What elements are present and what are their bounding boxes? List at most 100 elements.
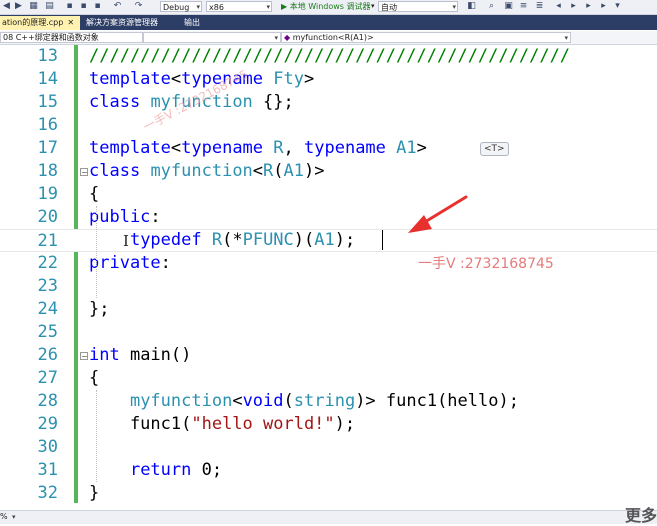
code-line-23: 23 xyxy=(0,275,657,298)
browser-link-icon[interactable]: ◧ xyxy=(466,1,477,12)
line-number: 14 xyxy=(37,69,58,89)
code-line-15: 15 class myfunction {}; xyxy=(0,91,657,114)
save-all-icon[interactable]: ▪ xyxy=(78,1,89,12)
tab-solution-explorer[interactable]: 解决方案资源管理器 xyxy=(84,16,174,30)
code-line-18: 18 − class myfunction<R(A1)> xyxy=(0,160,657,183)
tab-active-file[interactable]: ation的原理.cpp ✕ xyxy=(0,16,80,30)
uncomment-icon[interactable]: ≣ xyxy=(534,1,545,12)
code-line-32: 32 } xyxy=(0,482,657,505)
redo-icon[interactable]: ↷ xyxy=(133,1,144,12)
member-dropdown[interactable]: ◆ myfunction<R(A1)> ▾ xyxy=(281,32,571,43)
code-text: public: xyxy=(89,207,161,227)
platform-select[interactable]: x86 ▾ xyxy=(206,1,272,12)
more-label: 更多 xyxy=(624,506,657,525)
code-text: private: xyxy=(89,253,171,273)
bookmark-next-icon[interactable]: ▸ xyxy=(568,1,579,12)
chevron-down-icon[interactable]: ▾ xyxy=(371,1,375,12)
code-line-19: 19 { xyxy=(0,183,657,206)
code-text: { xyxy=(89,184,100,204)
line-number: 23 xyxy=(37,276,58,296)
code-text: class myfunction<R(A1)> xyxy=(89,161,325,181)
status-bar: % ▾ 更多 xyxy=(0,506,657,525)
indent-guide xyxy=(96,206,97,298)
chevron-down-icon: ▾ xyxy=(196,3,200,11)
code-text: }; xyxy=(89,299,110,319)
mouse-ibeam-icon: I xyxy=(123,232,129,250)
tab-output[interactable]: 输出 xyxy=(182,16,222,30)
solution-config-select[interactable]: Debug ▾ xyxy=(160,1,202,12)
navigation-bar: 08 C++绑定器和函数对象 ▾ ◆ myfunction<R(A1)> ▾ xyxy=(0,31,657,45)
code-line-25: 25 xyxy=(0,321,657,344)
start-debugging-button[interactable]: ▶ 本地 Windows 调试器 xyxy=(281,1,371,12)
save-icon[interactable]: ▪ xyxy=(64,1,75,12)
code-line-21-current: 21 typedef R(*PFUNC)(A1); xyxy=(0,229,657,252)
navigate-forward-icon[interactable]: ▶ xyxy=(13,1,24,12)
line-number: 32 xyxy=(37,483,58,503)
bookmark-prev-icon[interactable]: ◂ xyxy=(553,1,564,12)
code-line-22: 22 private: xyxy=(0,252,657,275)
code-line-16: 16 xyxy=(0,114,657,137)
undo-icon[interactable]: ↶ xyxy=(112,1,123,12)
line-number: 24 xyxy=(37,299,58,319)
code-text: return 0; xyxy=(129,460,223,480)
comment-text: ////////////////////////////////////////… xyxy=(89,46,571,66)
text-caret xyxy=(382,230,383,250)
zoom-level[interactable]: % xyxy=(0,511,8,523)
code-line-30: 30 xyxy=(0,436,657,459)
save-all-icon[interactable]: ▪ xyxy=(92,1,103,12)
line-number: 20 xyxy=(37,207,58,227)
chevron-down-icon: ▾ xyxy=(452,3,456,11)
line-number: 16 xyxy=(37,115,58,135)
code-line-28: 28 myfunction<void(string)> func1(hello)… xyxy=(0,390,657,413)
chevron-down-icon: ▾ xyxy=(564,34,568,42)
line-number: 17 xyxy=(37,138,58,158)
code-line-17: 17 template<typename R, typename A1> <T> xyxy=(0,137,657,160)
line-number: 21 xyxy=(37,231,58,251)
tab-label: 输出 xyxy=(184,18,200,27)
navigate-back-icon[interactable]: ◀ xyxy=(1,1,12,12)
comment-icon[interactable]: ≡ xyxy=(518,1,529,12)
code-line-26: 26 − int main() xyxy=(0,344,657,367)
new-item-icon[interactable]: ▦ xyxy=(28,1,39,12)
platform-value: x86 xyxy=(209,3,224,12)
line-number: 13 xyxy=(37,46,58,66)
template-hint-badge[interactable]: <T> xyxy=(480,142,509,156)
code-text: myfunction<void(string)> func1(hello); xyxy=(129,391,519,411)
line-number: 27 xyxy=(37,368,58,388)
bookmark-clear-icon[interactable]: ▸ xyxy=(598,1,609,12)
line-number: 19 xyxy=(37,184,58,204)
code-line-29: 29 func1("hello world!"); xyxy=(0,413,657,436)
line-number: 22 xyxy=(37,253,58,273)
line-number: 31 xyxy=(37,460,58,480)
code-editor[interactable]: 13 /////////////////////////////////////… xyxy=(0,45,657,510)
chevron-down-icon[interactable]: ▾ xyxy=(612,1,623,12)
line-number: 25 xyxy=(37,322,58,342)
code-text: { xyxy=(89,368,100,388)
code-line-27: 27 { xyxy=(0,367,657,390)
find-icon[interactable]: ⌕ xyxy=(486,1,497,12)
chevron-down-icon: ▾ xyxy=(274,34,278,42)
open-file-icon[interactable]: ▤ xyxy=(44,1,55,12)
annotation-arrow-icon xyxy=(408,195,468,233)
bookmark-icon[interactable]: ▣ xyxy=(503,1,514,12)
scope-dropdown[interactable]: ▾ xyxy=(143,32,281,43)
chevron-down-icon[interactable]: ▾ xyxy=(12,511,16,523)
run-mode-select[interactable]: 自动 ▾ xyxy=(378,1,458,12)
code-text: int main() xyxy=(89,345,192,365)
project-dropdown[interactable]: 08 C++绑定器和函数对象 xyxy=(0,32,143,43)
code-line-24: 24 }; xyxy=(0,298,657,321)
code-text: template<typename R, typename A1> xyxy=(89,138,427,158)
bookmark-toggle-icon[interactable]: ▸ xyxy=(583,1,594,12)
collapse-icon[interactable]: − xyxy=(80,352,88,361)
code-text: func1("hello world!"); xyxy=(89,414,356,434)
code-line-31: 31 return 0; xyxy=(0,459,657,482)
run-mode-value: 自动 xyxy=(381,3,397,12)
collapse-icon[interactable]: − xyxy=(80,168,88,177)
line-number: 28 xyxy=(37,391,58,411)
code-line-20: 20 public: xyxy=(0,206,657,229)
code-line-14: 14 template<typename Fty> xyxy=(0,68,657,91)
close-icon[interactable]: ✕ xyxy=(67,18,74,27)
chevron-down-icon: ▾ xyxy=(266,3,270,11)
line-number: 18 xyxy=(37,161,58,181)
indent-guide xyxy=(96,390,97,482)
